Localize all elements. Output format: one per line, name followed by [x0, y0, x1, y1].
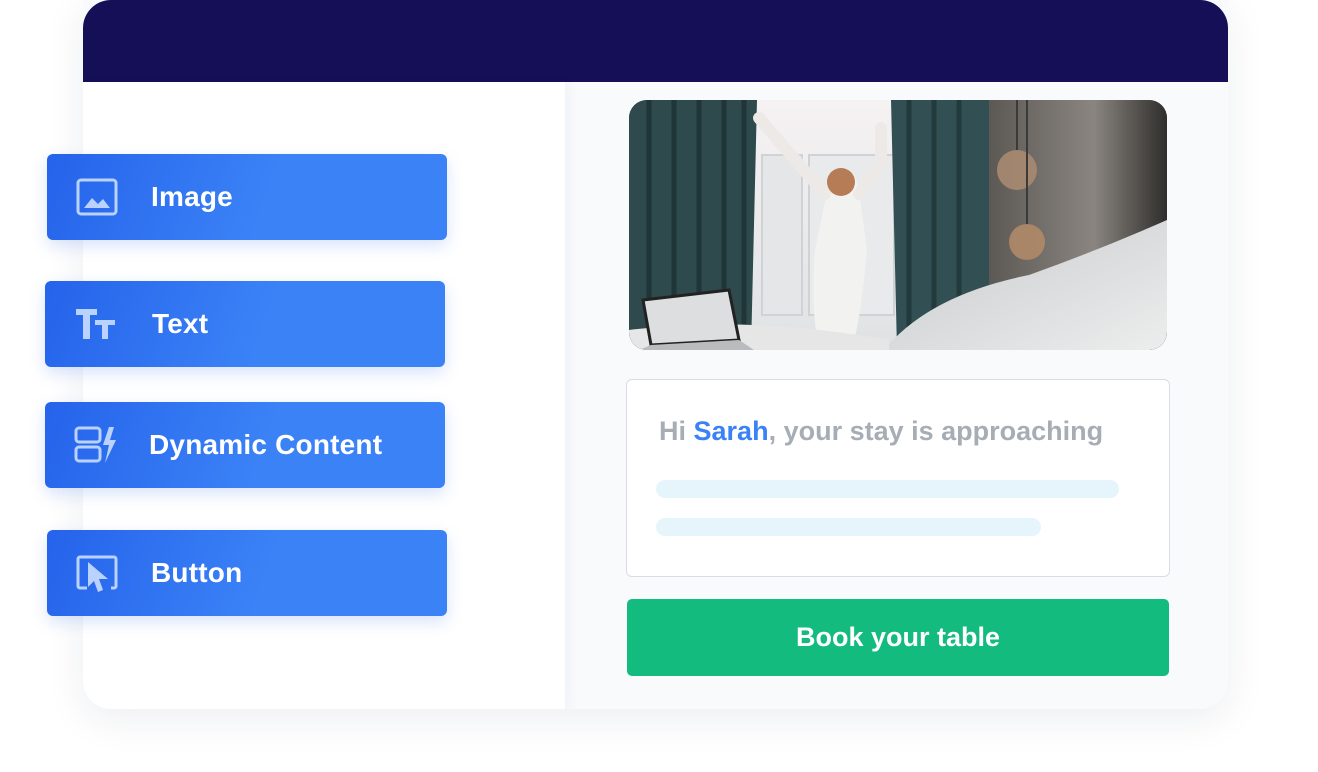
greeting-prefix: Hi	[659, 416, 694, 446]
editor-header-bar	[83, 0, 1228, 82]
hero-photo	[629, 100, 1167, 350]
personalized-name: Sarah	[693, 416, 769, 446]
button-block-label: Button	[151, 557, 243, 588]
dynamic-content-block-button[interactable]: Dynamic Content	[45, 402, 445, 488]
text-block-label: Text	[152, 308, 209, 339]
placeholder-text-line	[656, 518, 1041, 536]
image-block-label: Image	[151, 181, 233, 212]
image-block-button[interactable]: Image	[47, 154, 447, 240]
message-text-block[interactable]: Hi Sarah, your stay is approaching	[626, 379, 1170, 577]
text-size-icon	[76, 309, 115, 339]
dynamic-content-block-label: Dynamic Content	[149, 429, 383, 460]
text-block-button[interactable]: Text	[45, 281, 445, 367]
greeting-suffix: , your stay is approaching	[768, 416, 1104, 446]
dynamic-content-icon	[74, 426, 116, 463]
image-icon	[76, 178, 118, 216]
placeholder-text-line	[656, 480, 1119, 498]
button-block-button[interactable]: Button	[47, 530, 447, 616]
greeting-text: Hi Sarah, your stay is approaching	[659, 416, 1103, 447]
cursor-click-icon	[76, 555, 118, 592]
book-your-table-button[interactable]: Book your table	[627, 599, 1169, 676]
